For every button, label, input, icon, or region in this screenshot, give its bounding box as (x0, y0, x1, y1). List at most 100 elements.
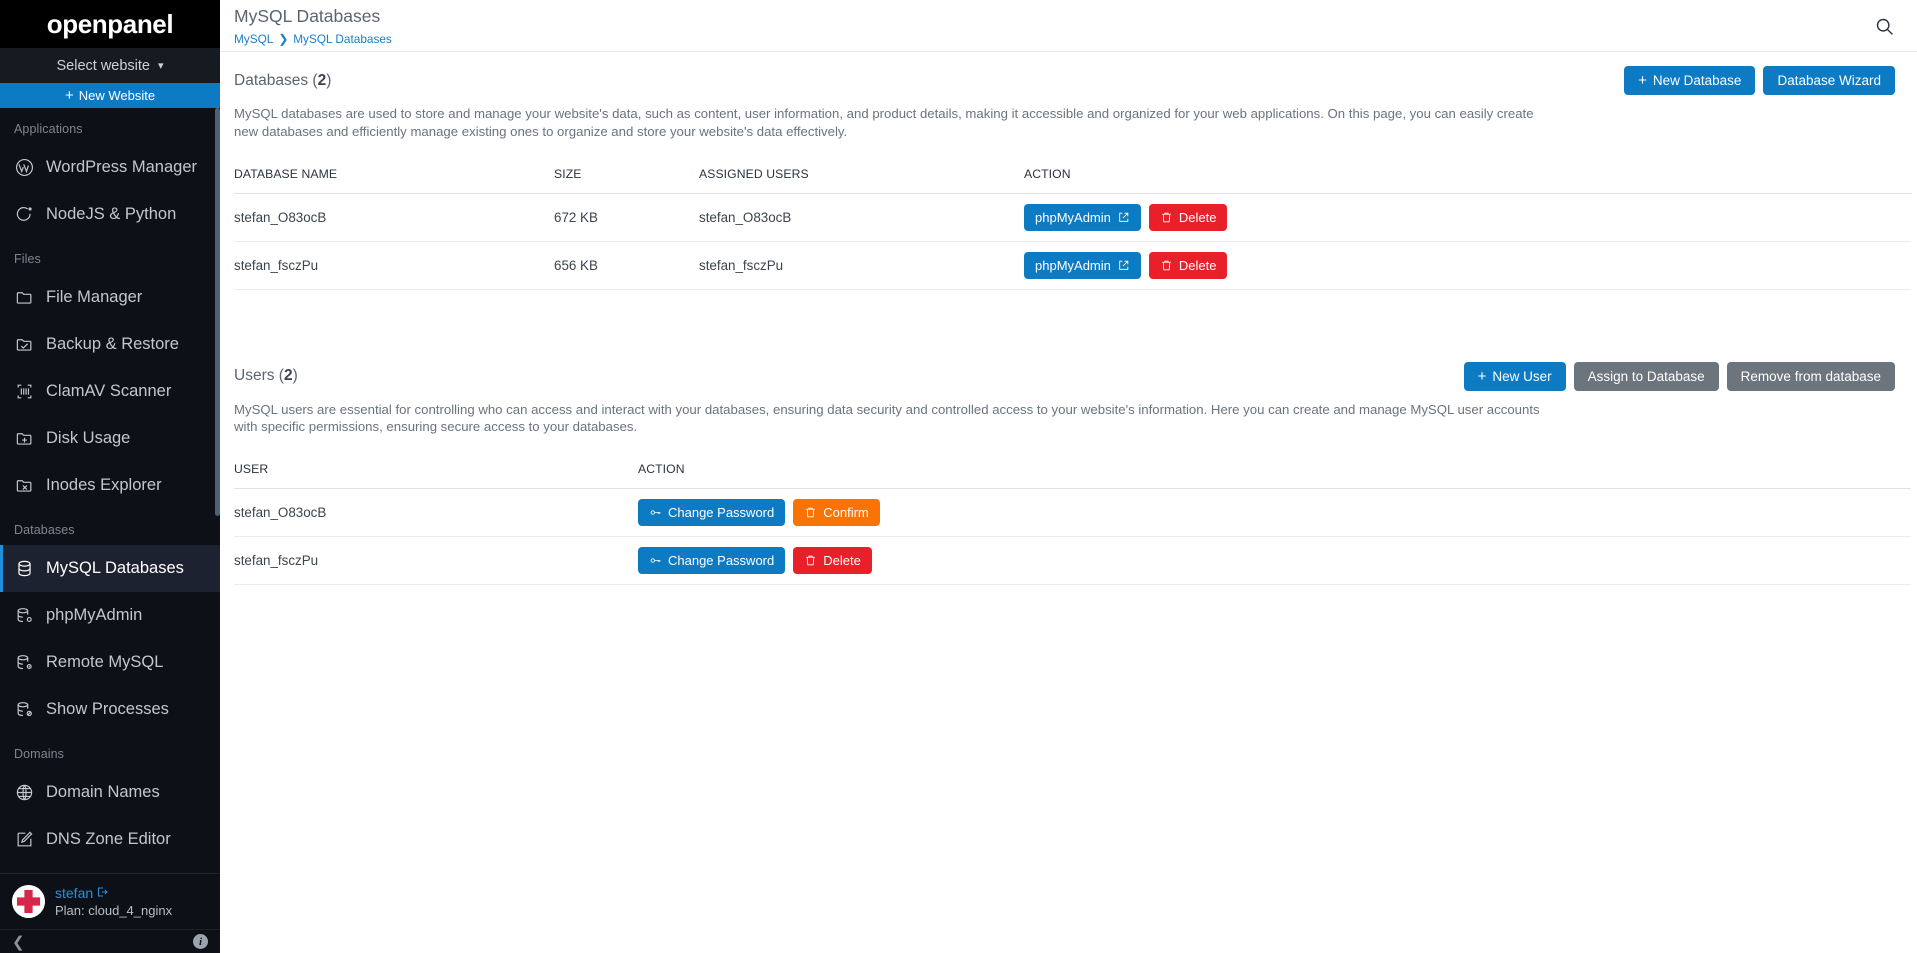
trash-icon (1160, 259, 1173, 272)
user-action-group: Change Password Confirm (638, 499, 1911, 527)
nav-section-applications-label: Applications (14, 122, 83, 136)
new-website-label: New Website (78, 88, 156, 103)
sidebar-item-phpmyadmin[interactable]: phpMyAdmin (0, 592, 220, 639)
sidebar-item-domain-names[interactable]: Domain Names (0, 769, 220, 816)
user-name-cell: stefan_O83ocB (234, 488, 638, 538)
users-count: 2 (283, 367, 293, 385)
col-header-assigned-users: ASSIGNED USERS (699, 154, 1024, 194)
breadcrumb-separator-icon: ❯ (278, 32, 289, 46)
confirm-label: Confirm (823, 505, 869, 521)
table-row: stefan_fsczPu Change Password Delete (234, 536, 1911, 586)
user-plan-label: Plan: cloud_4_nginx (55, 903, 173, 918)
breadcrumb-item-mysql-databases[interactable]: MySQL Databases (293, 32, 392, 46)
new-website-button[interactable]: + New Website (0, 83, 220, 108)
databases-section-header: Databases (2) + New Database Database Wi… (220, 52, 1917, 105)
scan-icon (14, 382, 34, 402)
sidebar-footer: ❮ i (0, 929, 220, 953)
sidebar-item-backup-restore[interactable]: Backup & Restore (0, 321, 220, 368)
user-name-cell: stefan_fsczPu (234, 536, 638, 586)
main-area: MySQL Databases MySQL ❯ MySQL Databases … (220, 0, 1917, 953)
remove-from-database-button[interactable]: Remove from database (1726, 361, 1895, 391)
assign-to-database-button[interactable]: Assign to Database (1573, 361, 1719, 391)
users-description: MySQL users are essential for controllin… (234, 401, 1540, 435)
sidebar-user-box[interactable]: stefan Plan: cloud_4_nginx (0, 873, 220, 929)
confirm-delete-user-button[interactable]: Confirm (793, 499, 880, 527)
sidebar-item-file-manager[interactable]: File Manager (0, 274, 220, 321)
change-password-button[interactable]: Change Password (638, 547, 786, 575)
plus-icon: + (64, 87, 74, 104)
sidebar-item-label: WordPress Manager (46, 158, 198, 176)
database-info-icon (14, 653, 34, 673)
databases-header-row: DATABASE NAME SIZE ASSIGNED USERS ACTION (234, 154, 1911, 194)
delete-database-button[interactable]: Delete (1148, 203, 1228, 231)
change-password-button[interactable]: Change Password (638, 499, 786, 527)
sidebar-item-mysql-databases[interactable]: MySQL Databases (0, 545, 220, 592)
sidebar-item-label: NodeJS & Python (46, 205, 177, 223)
databases-table-head: DATABASE NAME SIZE ASSIGNED USERS ACTION (234, 154, 1911, 194)
trash-icon (804, 554, 817, 567)
search-icon[interactable] (1874, 16, 1895, 42)
sidebar-item-show-processes[interactable]: Show Processes (0, 686, 220, 733)
red-cross-avatar-icon (12, 885, 45, 918)
topbar: MySQL Databases MySQL ❯ MySQL Databases (220, 0, 1917, 52)
phpmyadmin-label: phpMyAdmin (1035, 257, 1111, 273)
chevron-down-icon: ▾ (157, 60, 164, 72)
phpmyadmin-button[interactable]: phpMyAdmin (1024, 251, 1141, 279)
sidebar-item-dns-zone-editor[interactable]: DNS Zone Editor (0, 816, 220, 863)
topbar-left: MySQL Databases MySQL ❯ MySQL Databases (234, 4, 392, 46)
wordpress-icon (14, 158, 34, 178)
nav-section-databases-label: Databases (14, 523, 75, 537)
sidebar-item-label: Disk Usage (46, 429, 131, 447)
plus-icon: + (1638, 72, 1647, 89)
key-icon (649, 554, 662, 567)
databases-title-text: Databases ( (234, 71, 318, 89)
brand-logo[interactable]: openpanel (0, 0, 220, 48)
nav-section-files-label: Files (14, 252, 41, 266)
database-ban-icon (14, 700, 34, 720)
external-link-icon (1117, 259, 1130, 272)
user-name-label: stefan (55, 885, 94, 901)
phpmyadmin-label: phpMyAdmin (1035, 209, 1111, 225)
sidebar-item-wordpress-manager[interactable]: WordPress Manager (0, 144, 220, 191)
delete-database-button[interactable]: Delete (1148, 251, 1228, 279)
info-icon[interactable]: i (193, 934, 208, 949)
website-selector[interactable]: Select website ▾ (0, 48, 220, 83)
sidebar-item-inodes-explorer[interactable]: Inodes Explorer (0, 462, 220, 509)
user-name-link[interactable]: stefan (55, 885, 172, 901)
database-action-cell: phpMyAdmin Delete (1024, 241, 1911, 290)
databases-description: MySQL databases are used to store and ma… (234, 106, 1534, 139)
user-action-cell: Change Password Delete (638, 536, 1911, 586)
database-wizard-button[interactable]: Database Wizard (1763, 66, 1895, 95)
folder-check-icon (14, 335, 34, 355)
new-user-button[interactable]: + New User (1463, 361, 1566, 391)
edit-square-icon (14, 830, 34, 850)
external-link-icon (1117, 211, 1130, 224)
sidebar-item-disk-usage[interactable]: Disk Usage (0, 415, 220, 462)
sidebar-item-clamav-scanner[interactable]: ClamAV Scanner (0, 368, 220, 415)
change-password-label: Change Password (668, 505, 775, 521)
new-database-button[interactable]: + New Database (1624, 66, 1756, 95)
sidebar-item-label: File Manager (46, 288, 143, 306)
folder-plus-icon (14, 429, 34, 449)
database-action-group: phpMyAdmin Delete (1024, 203, 1911, 231)
sidebar-item-remote-mysql[interactable]: Remote MySQL (0, 639, 220, 686)
folder-x-icon (14, 476, 34, 496)
breadcrumb-item-mysql[interactable]: MySQL (234, 32, 273, 46)
sidebar-item-label: Inodes Explorer (46, 476, 162, 494)
col-header-user-action: ACTION (638, 450, 1911, 490)
users-actions: + New User Assign to Database Remove fro… (1463, 361, 1895, 391)
delete-label: Delete (823, 553, 861, 569)
user-action-group: Change Password Delete (638, 547, 1911, 575)
user-action-cell: Change Password Confirm (638, 488, 1911, 538)
delete-user-button[interactable]: Delete (793, 547, 872, 575)
delete-label: Delete (1178, 257, 1217, 273)
trash-icon (804, 506, 817, 519)
database-name-cell: stefan_fsczPu (234, 241, 554, 290)
chevron-left-icon[interactable]: ❮ (12, 933, 25, 951)
phpmyadmin-button[interactable]: phpMyAdmin (1024, 203, 1141, 231)
sidebar-item-nodejs-python[interactable]: NodeJS & Python (0, 191, 220, 238)
col-header-action: ACTION (1024, 154, 1911, 194)
new-database-label: New Database (1652, 73, 1742, 88)
users-table-head: USER ACTION (234, 450, 1911, 490)
key-icon (649, 506, 662, 519)
